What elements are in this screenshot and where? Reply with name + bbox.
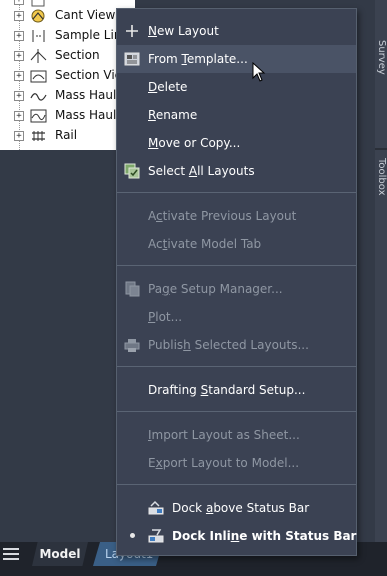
menu-separator: [117, 265, 356, 266]
menu-import-layout-as-sheet[interactable]: Import Layout as Sheet...: [117, 421, 356, 449]
menu-plot[interactable]: Plot...: [117, 303, 356, 331]
tree-item-section-views[interactable]: + Section Views: [0, 66, 135, 86]
tree-item-sample-lines[interactable]: + Sample Lines: [0, 26, 135, 46]
menu-activate-previous-layout[interactable]: Activate Previous Layout: [117, 202, 356, 230]
mouse-cursor-icon: [252, 62, 266, 82]
prospector-tree: + + Cant View + Sample Lines + Section +: [0, 0, 135, 150]
mass-haul-line-icon: [30, 93, 47, 101]
page-setup-icon: [125, 281, 140, 297]
menu-export-layout-to-model[interactable]: Export Layout to Model...: [117, 449, 356, 477]
menu-item-label: Activate Model Tab: [148, 237, 262, 251]
plus-icon: [126, 25, 138, 37]
menu-new-layout[interactable]: New Layout: [117, 17, 356, 45]
menu-item-label: Export Layout to Model...: [148, 456, 300, 470]
checked-bullet-icon: [130, 533, 135, 538]
menu-page-setup-manager[interactable]: Page Setup Manager...: [117, 275, 356, 303]
tree-expander[interactable]: +: [14, 31, 24, 41]
section-icon: [30, 49, 47, 63]
menu-activate-model-tab[interactable]: Activate Model Tab: [117, 230, 356, 258]
template-icon: [124, 52, 140, 66]
menu-item-label: Delete: [148, 80, 188, 94]
menu-rename[interactable]: Rename: [117, 101, 356, 129]
menu-dock-inline-with-status-bar[interactable]: Dock Inline with Status Bar: [117, 522, 356, 550]
menu-separator: [117, 411, 356, 412]
tree-expander[interactable]: +: [14, 71, 24, 81]
tree-expander[interactable]: +: [14, 91, 24, 101]
cant-view-icon: [31, 9, 45, 23]
menu-item-label: Activate Previous Layout: [148, 209, 297, 223]
menu-item-label: From Template...: [148, 52, 248, 66]
dock-inline-icon: [148, 529, 164, 543]
tree-expander[interactable]: +: [14, 11, 24, 21]
mass-haul-view-icon: [30, 109, 47, 123]
menu-item-label: New Layout: [148, 24, 219, 38]
menu-item-label: Drafting Standard Setup...: [148, 383, 306, 397]
tree-item-cant-view[interactable]: + Cant View: [0, 6, 135, 26]
tree-item-label: Section: [55, 48, 100, 62]
menu-delete[interactable]: Delete: [117, 73, 356, 101]
tree-item-label: Rail: [55, 128, 78, 142]
menu-item-label: Select All Layouts: [148, 164, 255, 178]
tree-expander[interactable]: +: [14, 131, 24, 141]
menu-item-label: Dock Inline with Status Bar: [172, 529, 357, 543]
menu-item-label: Import Layout as Sheet...: [148, 428, 300, 442]
menu-item-label: Publish Selected Layouts...: [148, 338, 309, 352]
menu-separator: [117, 484, 356, 485]
rail-icon: [32, 131, 45, 141]
tree-item-label: Cant View: [55, 8, 116, 22]
tree-expander[interactable]: +: [14, 51, 24, 61]
tab-model[interactable]: Model: [32, 542, 88, 566]
menu-drafting-standard-setup[interactable]: Drafting Standard Setup...: [117, 376, 356, 404]
right-palette-strip: Survey Toolbox: [375, 0, 387, 542]
sample-line-icon: [32, 30, 45, 42]
menu-item-label: Plot...: [148, 310, 183, 324]
menu-from-template[interactable]: From Template...: [117, 45, 356, 73]
tree-item-section[interactable]: + Section: [0, 46, 135, 66]
hamburger-menu-icon[interactable]: [3, 546, 19, 562]
tree-item-mass-haul-line[interactable]: + Mass Haul Line: [0, 86, 135, 106]
tree-item-rail[interactable]: + Rail: [0, 126, 135, 146]
tree-item-mass-haul-view[interactable]: + Mass Haul View: [0, 106, 135, 126]
dock-above-icon: [148, 500, 164, 515]
menu-item-label: Rename: [148, 108, 198, 122]
menu-item-label: Page Setup Manager...: [148, 282, 283, 296]
tree-expander[interactable]: +: [14, 0, 24, 5]
section-view-icon: [30, 70, 47, 83]
menu-select-all-layouts[interactable]: Select All Layouts: [117, 157, 356, 185]
menu-item-label: Dock above Status Bar: [172, 501, 310, 515]
tab-toolbox[interactable]: Toolbox: [375, 158, 387, 196]
menu-dock-above-status-bar[interactable]: Dock above Status Bar: [117, 494, 356, 522]
menu-publish-selected-layouts[interactable]: Publish Selected Layouts...: [117, 331, 356, 359]
select-layouts-icon: [124, 163, 140, 179]
menu-move-or-copy[interactable]: Move or Copy...: [117, 129, 356, 157]
tab-survey[interactable]: Survey: [375, 40, 387, 75]
menu-separator: [117, 366, 356, 367]
publish-icon: [124, 339, 140, 352]
layout-context-menu: New Layout From Template... Delete Renam…: [116, 8, 357, 556]
tree-expander[interactable]: +: [14, 111, 24, 121]
menu-separator: [117, 192, 356, 193]
menu-item-label: Move or Copy...: [148, 136, 241, 150]
strip-divider: [375, 148, 387, 150]
